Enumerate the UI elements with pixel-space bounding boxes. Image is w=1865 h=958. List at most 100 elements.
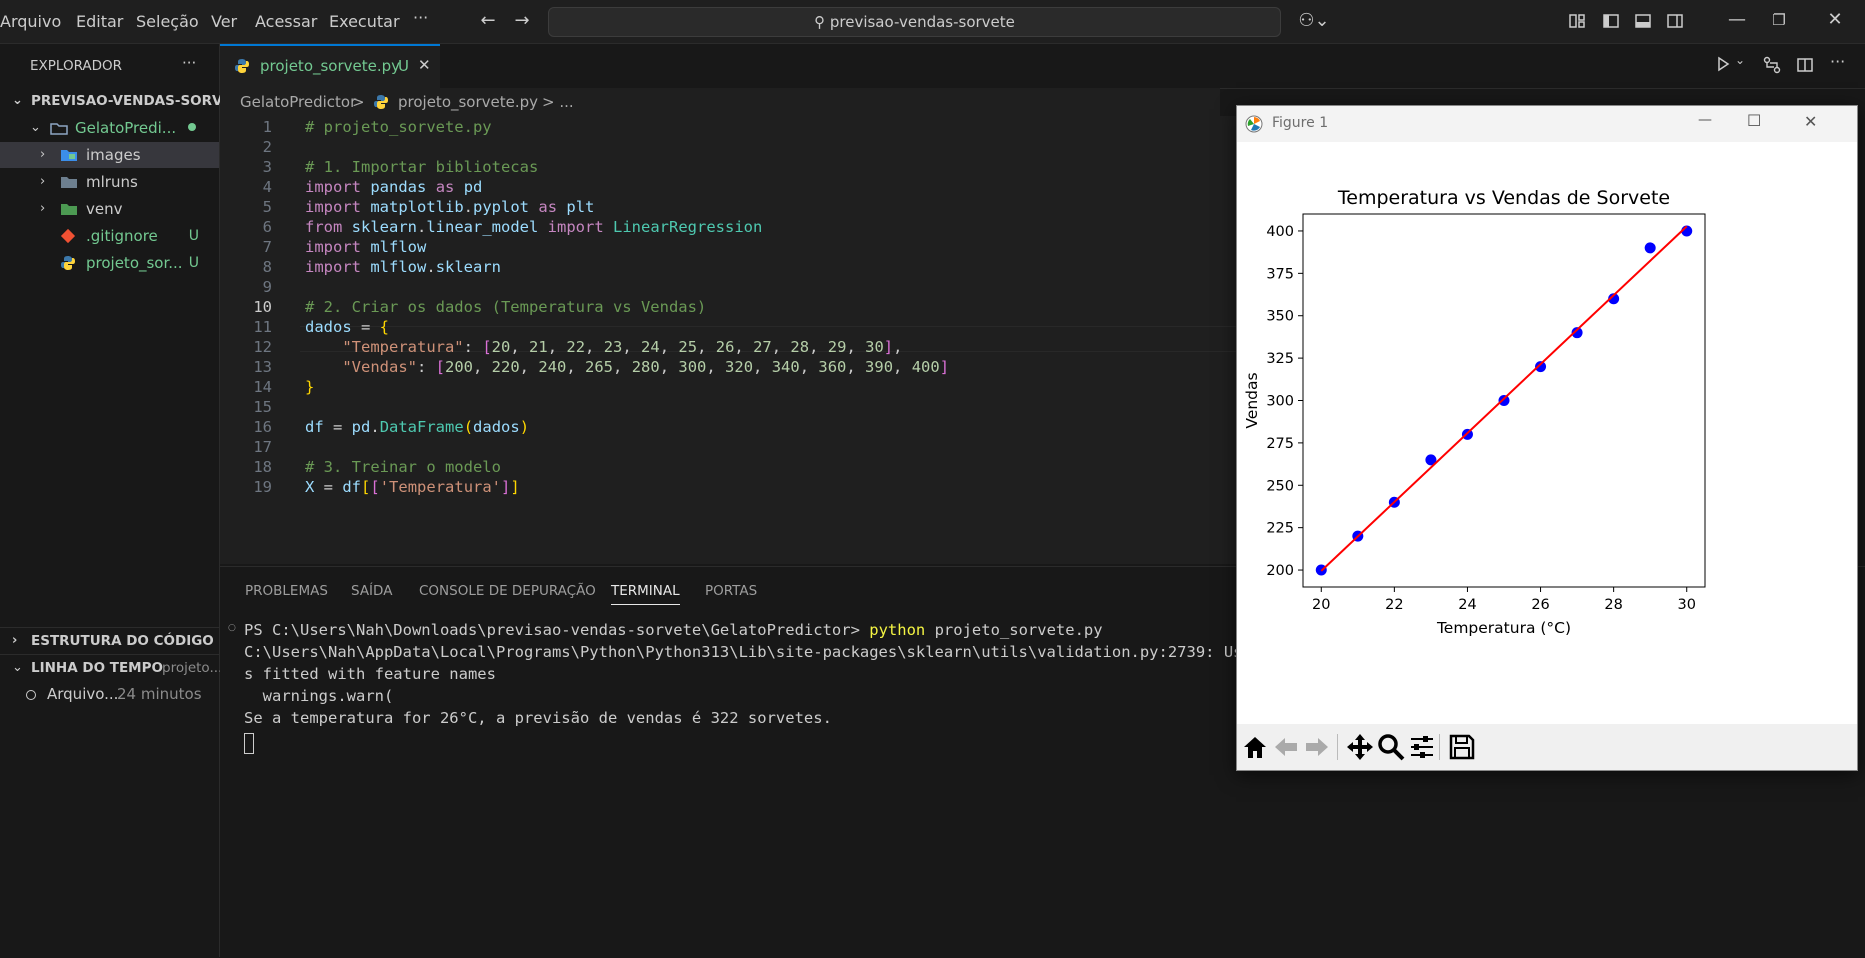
menu-acessar[interactable]: Acessar [255,12,317,31]
run-icon[interactable] [1715,56,1731,72]
line-number: 6 [262,218,272,236]
breadcrumb-file[interactable]: projeto_sorvete.py [398,93,538,111]
line-number: 2 [262,138,272,156]
venv-folder-icon [61,204,77,215]
untracked-badge: U [398,57,409,75]
toggle-panel-icon[interactable] [1634,12,1652,30]
outline-section[interactable]: › ESTRUTURA DO CÓDIGO [0,627,219,654]
toolbar-separator [1337,734,1338,760]
timeline-entry[interactable]: Arquivo... 24 minutos [0,681,219,707]
y-tick-label: 350 [1266,309,1294,325]
explorer-sidebar: EXPLORADOR ··· ⌄ PREVISAO-VENDAS-SORV...… [0,44,236,957]
code-line: import mlflow [305,238,427,256]
figure-maximize-icon[interactable]: ☐ [1747,111,1761,130]
y-tick-label: 325 [1266,351,1294,367]
chevron-right-icon: › [40,201,46,216]
tab-terminal[interactable]: TERMINAL [611,583,680,605]
menu-more-button[interactable]: ··· [413,8,428,27]
untracked-badge: U [188,228,199,244]
python-icon [61,256,75,270]
restore-window-icon[interactable]: ❐ [1766,8,1792,32]
split-editor-icon[interactable] [1796,56,1814,74]
customize-layout-icon[interactable] [1568,12,1586,30]
configure-subplots-icon[interactable] [1407,732,1437,762]
forward-arrow-icon[interactable] [1302,732,1332,762]
code-line: # 1. Importar bibliotecas [305,158,539,176]
terminal-output-line: s fitted with feature names [244,665,496,683]
code-line: # projeto_sorvete.py [305,118,492,136]
code-line: import pandas as pd [305,178,483,196]
explorer-more-button[interactable]: ··· [182,54,196,72]
chevron-down-icon: ⌄ [30,120,41,135]
chevron-down-icon[interactable]: ⌄ [1735,53,1745,67]
figure-title-bar[interactable]: Figure 1 — ☐ ✕ [1237,106,1857,142]
figure-toolbar [1237,724,1857,770]
menu-arquivo[interactable]: Arquivo [0,12,61,31]
terminal-output-line: warnings.warn( [244,687,394,705]
menu-selecao[interactable]: Seleção [136,12,199,31]
zoom-icon[interactable] [1376,732,1406,762]
minimize-window-icon[interactable]: — [1724,8,1750,32]
menu-ver[interactable]: Ver [211,12,237,31]
compare-changes-icon[interactable] [1763,56,1781,74]
tab-portas[interactable]: PORTAS [705,583,757,599]
code-line: "Temperatura": [20, 21, 22, 23, 24, 25, … [342,338,903,356]
folder-venv[interactable]: › venv [0,196,219,222]
line-number: 13 [253,358,272,376]
tab-problemas[interactable]: PROBLEMAS [245,583,328,599]
tab-saida[interactable]: SAÍDA [351,583,392,599]
folder-gelatopredictor[interactable]: ⌄ GelatoPredi... [0,115,219,141]
menu-executar[interactable]: Executar [329,12,400,31]
folder-images[interactable]: › images [0,142,219,168]
back-arrow-icon[interactable] [1271,732,1301,762]
data-point [1644,242,1656,254]
line-number: 5 [262,198,272,216]
folder-open-icon [50,123,68,135]
toggle-sidebar-icon[interactable] [1602,12,1620,30]
terminal-cursor[interactable] [244,733,254,754]
file-projeto-sorvete[interactable]: projeto_sor... U [0,250,219,276]
save-icon[interactable] [1447,732,1477,762]
figure-minimize-icon[interactable]: — [1698,112,1712,128]
untracked-badge: U [188,255,199,271]
y-tick-label: 250 [1266,478,1294,494]
title-bar: Arquivo Editar Seleção Ver Acessar Execu… [0,0,1865,44]
figure-close-icon[interactable]: ✕ [1804,112,1817,131]
tab-projeto-sorvete[interactable]: projeto_sorvete.py U ✕ [220,44,440,88]
back-arrow-icon[interactable]: ← [475,9,501,33]
x-tick-label: 28 [1604,597,1622,613]
home-icon[interactable] [1240,732,1270,762]
workspace-root[interactable]: ⌄ PREVISAO-VENDAS-SORV... [0,88,236,114]
folder-mlruns[interactable]: › mlruns [0,169,219,195]
editor-more-button[interactable]: ··· [1830,52,1845,71]
command-center-search[interactable]: ⚲ previsao-vendas-sorvete [548,7,1281,37]
search-text: previsao-vendas-sorvete [829,13,1015,31]
line-number: 14 [253,378,272,396]
y-tick-label: 225 [1266,521,1294,537]
chevron-down-icon: ⌄ [12,660,23,675]
file-gitignore[interactable]: .gitignore U [0,223,219,249]
breadcrumb-symbols[interactable]: > ... [542,93,574,111]
chart-title: Temperatura vs Vendas de Sorvete [1337,187,1670,209]
line-number: 4 [262,178,272,196]
close-window-icon[interactable]: ✕ [1822,8,1848,32]
matplotlib-figure-window: Figure 1 — ☐ ✕ Temperatura vs Vendas de … [1236,105,1858,771]
toggle-secondary-sidebar-icon[interactable] [1666,12,1684,30]
breadcrumb-folder[interactable]: GelatoPredictor [240,93,356,111]
explorer-title: EXPLORADOR [30,58,123,74]
git-icon [60,228,76,244]
scatter-plot[interactable]: Temperatura vs Vendas de Sorvete 20 22 24 26… [1237,142,1857,724]
line-number: 10 [253,298,272,316]
pan-icon[interactable] [1345,732,1375,762]
images-folder-icon [61,150,77,161]
line-number: 16 [253,418,272,436]
menu-editar[interactable]: Editar [76,12,123,31]
copilot-icon[interactable]: ⚇⌄ [1296,9,1332,33]
line-number: 15 [253,398,272,416]
tab-console-depuracao[interactable]: CONSOLE DE DEPURAÇÃO [419,583,596,599]
close-tab-icon[interactable]: ✕ [418,56,431,74]
code-line: from sklearn.linear_model import LinearR… [305,218,763,236]
code-editor[interactable]: 1 2 3 4 5 6 7 8 9 10 11 12 13 14 15 16 17 18 19 # projeto_… [220,116,1237,564]
timeline-section[interactable]: ⌄ LINHA DO TEMPO projeto... [0,654,222,681]
forward-arrow-icon[interactable]: → [509,9,535,33]
